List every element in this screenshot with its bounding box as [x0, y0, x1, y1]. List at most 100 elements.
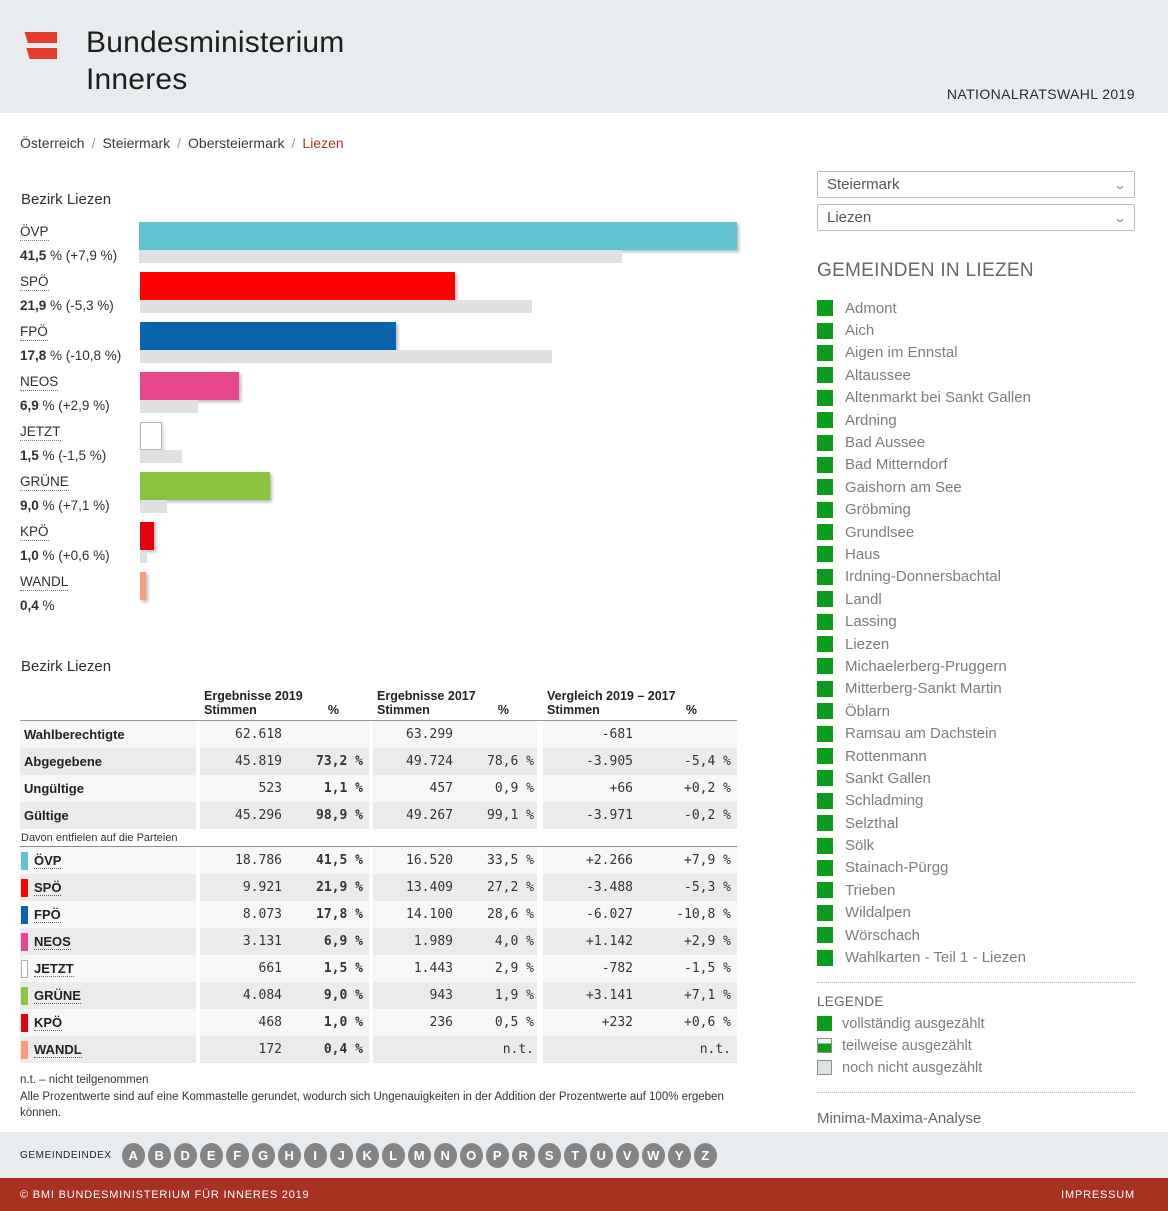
- gemeinde-link[interactable]: Selzthal: [845, 815, 898, 832]
- gemeinde-link[interactable]: Bad Aussee: [845, 434, 925, 451]
- group-diff-cells: -3.905 -5,4 %: [543, 748, 737, 775]
- gemeinde-link[interactable]: Rottenmann: [845, 748, 927, 765]
- index-letter-l[interactable]: L: [381, 1142, 405, 1168]
- gemeinde-link[interactable]: Ramsau am Dachstein: [845, 725, 997, 742]
- group-2019-cells: 18.786 41,5 %: [200, 847, 369, 874]
- gemeinde-link[interactable]: Wörschach: [845, 927, 920, 944]
- gemeinde-link[interactable]: Landl: [845, 591, 882, 608]
- chart-row: FPÖ 17,8 % (-10,8 %): [20, 322, 737, 372]
- index-letter-y[interactable]: Y: [667, 1142, 691, 1168]
- row-label-cell: SPÖ: [20, 874, 196, 901]
- index-letter-i[interactable]: I: [303, 1142, 327, 1168]
- cell: 45.819: [235, 754, 282, 769]
- gemeinde-link[interactable]: Haus: [845, 546, 880, 563]
- party-link[interactable]: GRÜNE: [34, 988, 81, 1004]
- index-letter-v[interactable]: V: [615, 1142, 639, 1168]
- group-2017-cells: 63.299: [373, 721, 537, 748]
- party-link[interactable]: ÖVP: [34, 853, 62, 869]
- cell: 28,6 %: [487, 907, 534, 922]
- index-letter-b[interactable]: B: [147, 1142, 171, 1168]
- breadcrumb-link-oesterreich[interactable]: Österreich: [20, 135, 85, 151]
- index-letter-k[interactable]: K: [355, 1142, 379, 1168]
- party-link[interactable]: SPÖ: [34, 880, 62, 896]
- table-summary-rows: Wahlberechtigte 62.618 63.299 -681 Abgegeben…: [20, 721, 737, 829]
- district-dropdown[interactable]: Liezen ⌄: [817, 204, 1135, 231]
- index-letter-a[interactable]: A: [121, 1142, 145, 1168]
- gemeinde-link[interactable]: Aigen im Ennstal: [845, 344, 958, 361]
- party-link[interactable]: ÖVP: [20, 224, 49, 241]
- index-letter-u[interactable]: U: [589, 1142, 613, 1168]
- index-letter-w[interactable]: W: [641, 1142, 665, 1168]
- index-letter-g[interactable]: G: [251, 1142, 275, 1168]
- cell: 1,0 %: [323, 1015, 363, 1030]
- minima-maxima-link[interactable]: Minima-Maxima-Analyse: [817, 1110, 981, 1127]
- party-link[interactable]: FPÖ: [34, 907, 61, 923]
- row-label-cell: KPÖ: [20, 1009, 196, 1036]
- gemeinde-link[interactable]: Admont: [845, 300, 897, 317]
- party-link[interactable]: NEOS: [34, 934, 71, 950]
- party-link[interactable]: GRÜNE: [20, 474, 69, 491]
- cell: 99,1 %: [487, 808, 534, 823]
- counted-status-icon: [817, 725, 833, 742]
- gemeinde-link[interactable]: Sölk: [845, 837, 874, 854]
- index-letter-s[interactable]: S: [537, 1142, 561, 1168]
- cell: 661: [258, 961, 282, 976]
- breadcrumb-separator: /: [291, 135, 296, 151]
- gemeinde-link[interactable]: Trieben: [845, 882, 895, 899]
- gemeinde-link[interactable]: Schladming: [845, 792, 923, 809]
- party-link[interactable]: WANDL: [34, 1042, 82, 1058]
- chart-label: GRÜNE 9,0 % (+7,1 %): [20, 472, 140, 522]
- party-link[interactable]: SPÖ: [20, 274, 49, 291]
- gemeinde-link[interactable]: Gröbming: [845, 501, 911, 518]
- gemeinde-link[interactable]: Bad Mitterndorf: [845, 456, 948, 473]
- party-link[interactable]: KPÖ: [20, 524, 49, 541]
- index-letter-p[interactable]: P: [485, 1142, 509, 1168]
- gemeinde-link[interactable]: Sankt Gallen: [845, 770, 931, 787]
- gemeinde-item: Wahlkarten - Teil 1 - Liezen: [817, 946, 1135, 968]
- gemeinde-link[interactable]: Michaelerberg-Pruggern: [845, 658, 1007, 675]
- index-letter-z[interactable]: Z: [693, 1142, 717, 1168]
- index-letter-r[interactable]: R: [511, 1142, 535, 1168]
- gemeinde-link[interactable]: Grundlsee: [845, 524, 914, 541]
- index-letter-t[interactable]: T: [563, 1142, 587, 1168]
- gemeinde-link[interactable]: Wildalpen: [845, 904, 911, 921]
- gemeinde-link[interactable]: Altenmarkt bei Sankt Gallen: [845, 389, 1031, 406]
- group-diff-cells: -782 -1,5 %: [543, 955, 737, 982]
- gemeinde-link[interactable]: Öblarn: [845, 703, 890, 720]
- gemeinde-link[interactable]: Ardning: [845, 412, 897, 429]
- index-letter-n[interactable]: N: [433, 1142, 457, 1168]
- party-link[interactable]: KPÖ: [34, 1015, 63, 1031]
- gemeinde-link[interactable]: Liezen: [845, 636, 889, 653]
- gemeinde-link[interactable]: Altaussee: [845, 367, 911, 384]
- gemeinde-link[interactable]: Mitterberg-Sankt Martin: [845, 680, 1002, 697]
- cell: +3.141: [586, 988, 633, 1003]
- index-letter-d[interactable]: D: [173, 1142, 197, 1168]
- chart-label: KPÖ 1,0 % (+0,6 %): [20, 522, 140, 572]
- party-link[interactable]: NEOS: [20, 374, 59, 391]
- impressum-link[interactable]: IMPRESSUM: [1061, 1189, 1135, 1201]
- party-link[interactable]: WANDL: [20, 574, 69, 591]
- party-link[interactable]: JETZT: [20, 424, 61, 441]
- gemeinde-item: Aigen im Ennstal: [817, 342, 1135, 364]
- breadcrumb-link-steiermark[interactable]: Steiermark: [102, 135, 170, 151]
- index-letter-f[interactable]: F: [225, 1142, 249, 1168]
- chart-row: ÖVP 41,5 % (+7,9 %): [20, 222, 737, 272]
- index-letter-j[interactable]: J: [329, 1142, 353, 1168]
- index-letter-o[interactable]: O: [459, 1142, 483, 1168]
- party-link[interactable]: JETZT: [34, 961, 74, 977]
- state-dropdown[interactable]: Steiermark ⌄: [817, 171, 1135, 198]
- table-row: KPÖ 468 1,0 % 236 0,5 % +232 +0,6 %: [20, 1009, 737, 1036]
- gemeinde-link[interactable]: Wahlkarten - Teil 1 - Liezen: [845, 949, 1026, 966]
- gemeinde-link[interactable]: Aich: [845, 322, 874, 339]
- counted-status-icon: [817, 748, 833, 764]
- gemeinde-link[interactable]: Gaishorn am See: [845, 479, 962, 496]
- index-letter-m[interactable]: M: [407, 1142, 431, 1168]
- index-letter-h[interactable]: H: [277, 1142, 301, 1168]
- index-letter-e[interactable]: E: [199, 1142, 223, 1168]
- party-link[interactable]: FPÖ: [20, 324, 48, 341]
- group-2019-cells: 62.618: [200, 721, 369, 748]
- gemeinde-link[interactable]: Lassing: [845, 613, 897, 630]
- gemeinde-link[interactable]: Stainach-Pürgg: [845, 859, 948, 876]
- breadcrumb-link-obersteiermark[interactable]: Obersteiermark: [188, 135, 284, 151]
- gemeinde-link[interactable]: Irdning-Donnersbachtal: [845, 568, 1001, 585]
